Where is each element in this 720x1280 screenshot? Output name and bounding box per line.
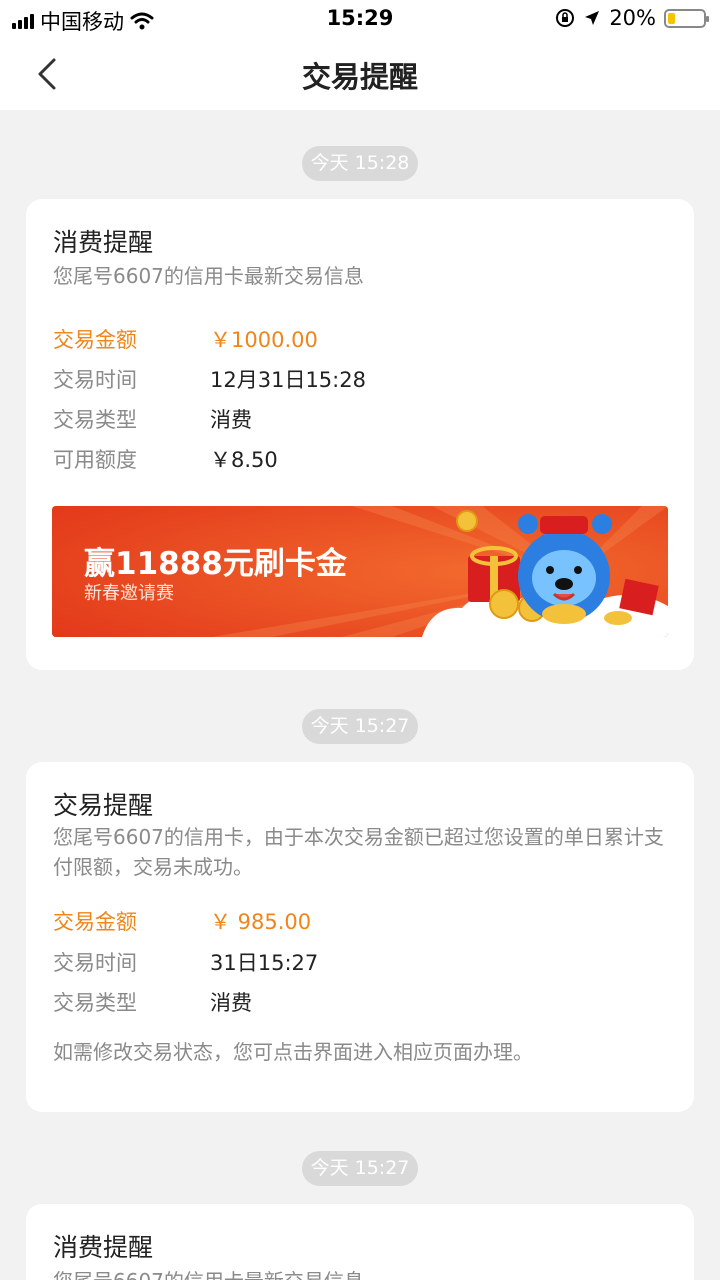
info-row: 交易类型 消费 bbox=[53, 404, 673, 436]
location-icon bbox=[585, 11, 600, 25]
info-row: 交易金额 ￥1000.00 bbox=[53, 324, 673, 356]
card-title: 消费提醒 bbox=[53, 228, 154, 257]
page-title: 交易提醒 bbox=[301, 60, 418, 94]
row-label: 交易金额 bbox=[53, 328, 137, 352]
card-title: 消费提醒 bbox=[53, 1233, 154, 1262]
row-label: 交易金额 bbox=[53, 910, 137, 934]
battery-level bbox=[668, 12, 675, 24]
time-chip: 今天 15:27 bbox=[302, 1151, 418, 1186]
row-label: 交易类型 bbox=[53, 991, 137, 1015]
battery-icon bbox=[664, 8, 709, 28]
promo-banner[interactable]: 赢11888元刷卡金 新春邀请赛 bbox=[52, 506, 668, 637]
banner-title: 赢11888元刷卡金 bbox=[84, 546, 347, 582]
row-value: 消费 bbox=[210, 991, 252, 1015]
message-card[interactable]: 消费提醒 您尾号6607的信用卡最新交易信息 交易金额 ￥1000.00 交易时… bbox=[26, 199, 694, 670]
row-label: 交易时间 bbox=[53, 368, 137, 392]
info-row: 可用额度 ￥8.50 bbox=[53, 444, 673, 476]
row-value: 消费 bbox=[210, 408, 252, 432]
row-label: 交易类型 bbox=[53, 408, 137, 432]
message-card[interactable]: 消费提醒 您尾号6607的信用卡最新交易信息 bbox=[26, 1204, 694, 1280]
row-value: ￥ 985.00 bbox=[210, 910, 312, 934]
card-footer: 如需修改交易状态，您可点击界面进入相应页面办理。 bbox=[53, 1040, 533, 1064]
card-desc: 您尾号6607的信用卡，由于本次交易金额已超过您设置的单日累计支付限额，交易未成… bbox=[53, 825, 664, 879]
time-chip: 今天 15:27 bbox=[302, 709, 418, 744]
status-right: 20% bbox=[555, 6, 709, 30]
row-label: 可用额度 bbox=[53, 448, 137, 472]
info-row: 交易金额 ￥ 985.00 bbox=[53, 906, 673, 938]
battery-percent: 20% bbox=[609, 6, 656, 30]
status-bar: 中国移动 15:29 20% bbox=[0, 0, 720, 36]
message-card[interactable]: 交易提醒 您尾号6607的信用卡，由于本次交易金额已超过您设置的单日累计支付限额… bbox=[26, 762, 694, 1112]
nav-bar: 交易提醒 bbox=[0, 36, 720, 110]
row-value: 12月31日15:28 bbox=[210, 368, 366, 392]
card-title: 交易提醒 bbox=[53, 791, 154, 820]
banner-subtitle: 新春邀请赛 bbox=[84, 583, 174, 604]
card-desc: 您尾号6607的信用卡最新交易信息 bbox=[53, 264, 364, 288]
card-desc: 您尾号6607的信用卡最新交易信息 bbox=[53, 1266, 673, 1280]
row-value: ￥1000.00 bbox=[210, 328, 318, 352]
row-value: 31日15:27 bbox=[210, 951, 319, 975]
info-row: 交易时间 12月31日15:28 bbox=[53, 364, 673, 396]
rotation-lock-icon bbox=[556, 9, 575, 27]
row-label: 交易时间 bbox=[53, 951, 137, 975]
row-value: ￥8.50 bbox=[210, 448, 278, 472]
time-chip: 今天 15:28 bbox=[302, 146, 418, 181]
info-row: 交易时间 31日15:27 bbox=[53, 947, 673, 979]
info-row: 交易类型 消费 bbox=[53, 987, 673, 1019]
